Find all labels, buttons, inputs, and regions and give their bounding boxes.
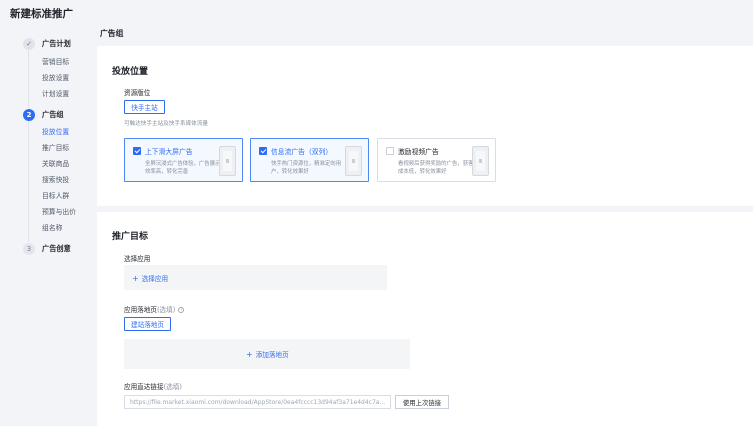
check-icon: ✓: [23, 37, 35, 50]
card-desc: 全屏沉浸式广告体验，广告展示效率高，转化完善: [145, 161, 221, 175]
card-title: 上下滑大屏广告: [145, 148, 193, 156]
placement-card-rewarded-video[interactable]: 激励视频广告 看视频后获得奖励的广告，获客成本低，转化效果好: [377, 138, 496, 182]
plus-icon: +: [132, 273, 139, 283]
checkbox-checked-icon[interactable]: [259, 147, 267, 155]
checkbox-checked-icon[interactable]: [133, 147, 141, 155]
resource-hint: 可触达快手主站及快手系媒体流量: [124, 121, 208, 127]
deeplink-label: 应用直达链接(选填): [124, 383, 182, 391]
step-item-marketing-goal[interactable]: 营销目标: [42, 56, 69, 66]
step-item-search-boost[interactable]: 搜索快投: [42, 174, 69, 184]
phone-preview-icon: [472, 146, 489, 176]
step-item-budget-bid[interactable]: 预算与出价: [42, 206, 76, 216]
step-title: 广告计划: [42, 38, 71, 48]
step-ad-group[interactable]: 2 广告组: [23, 108, 64, 121]
card-title: 激励视频广告: [398, 148, 439, 156]
step-item-promotion-target[interactable]: 推广目标: [42, 142, 69, 152]
step-title: 广告创意: [42, 243, 71, 253]
placement-card-fullscreen[interactable]: 上下滑大屏广告 全屏沉浸式广告体验，广告展示效率高，转化完善: [124, 138, 243, 182]
step-item-delivery-settings[interactable]: 投放设置: [42, 72, 69, 82]
add-landing-page-link[interactable]: + 添加落地页: [246, 349, 289, 360]
placement-title: 投放位置: [112, 67, 149, 77]
step-connector: [28, 50, 29, 108]
step-item-target-audience[interactable]: 目标人群: [42, 190, 69, 200]
step-item-placement[interactable]: 投放位置: [42, 126, 69, 136]
step-ad-plan[interactable]: ✓ 广告计划: [23, 37, 71, 50]
section-group-label: 广告组: [100, 29, 124, 38]
phone-preview-icon: [345, 146, 362, 176]
resource-label: 资源版位: [124, 89, 151, 97]
step-title: 广告组: [42, 109, 64, 119]
step-connector: [28, 120, 29, 242]
resource-kuaishou-button[interactable]: 快手主站: [124, 100, 165, 114]
step-item-group-name[interactable]: 组名称: [42, 222, 62, 232]
card-desc: 看视频后获得奖励的广告，获客成本低，转化效果好: [398, 161, 474, 175]
placement-card-feed[interactable]: 信息流广告（双列） 快手热门资源位，精准定向用户，转化效果好: [250, 138, 369, 182]
card-title: 信息流广告（双列）: [271, 148, 333, 156]
landing-label: 应用落地页(选填)?: [124, 306, 185, 314]
phone-preview-icon: [219, 146, 236, 176]
deeplink-input[interactable]: https://file.market.xiaomi.com/download/…: [124, 395, 391, 409]
step-number-badge: 3: [23, 242, 35, 255]
page-title: 新建标准推广: [10, 8, 73, 20]
select-app-link[interactable]: + 选择应用: [132, 273, 168, 284]
target-title: 推广目标: [112, 232, 149, 242]
step-item-plan-settings[interactable]: 计划设置: [42, 88, 69, 98]
plus-icon: +: [246, 349, 253, 359]
checkbox-unchecked-icon[interactable]: [386, 147, 394, 155]
step-item-related-products[interactable]: 关联商品: [42, 158, 69, 168]
step-ad-creative[interactable]: 3 广告创意: [23, 242, 71, 255]
step-number-badge: 2: [23, 108, 35, 121]
create-landing-page-button[interactable]: 建站落地页: [124, 317, 171, 331]
target-panel: [97, 212, 753, 426]
app-label: 选择应用: [124, 255, 151, 263]
card-desc: 快手热门资源位，精准定向用户，转化效果好: [271, 161, 342, 175]
question-circle-icon[interactable]: ?: [178, 307, 185, 313]
use-last-link-button[interactable]: 使用上次链接: [395, 395, 449, 409]
